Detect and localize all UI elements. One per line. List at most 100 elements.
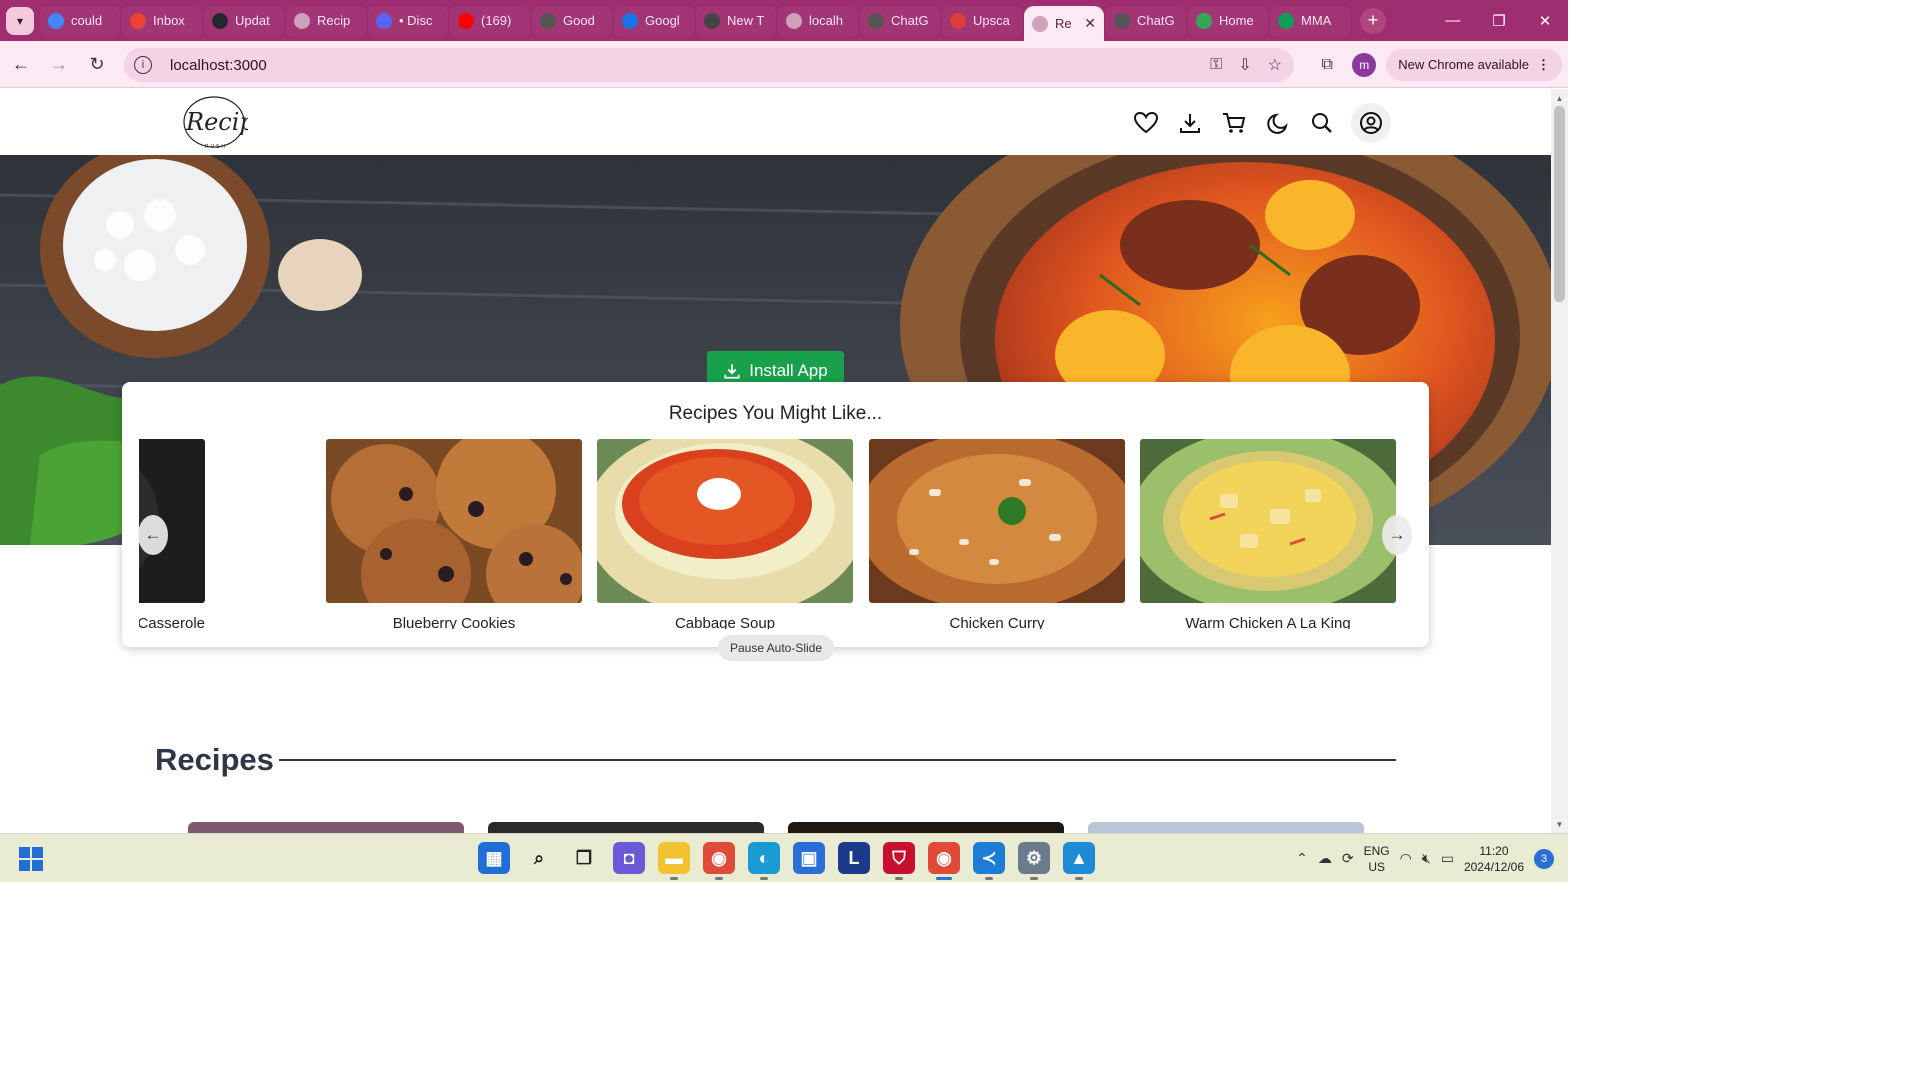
- recipe-name[interactable]: Chicken Curry: [869, 615, 1125, 629]
- windows-start-icon[interactable]: ▦: [478, 842, 510, 874]
- browser-tab[interactable]: Recip: [286, 5, 366, 36]
- extensions-puzzle-icon[interactable]: ⧉: [1312, 50, 1342, 80]
- language-indicator[interactable]: ENG US: [1364, 843, 1390, 875]
- page-scrollbar[interactable]: ▲ ▼: [1551, 89, 1568, 833]
- chevron-down-icon: ▾: [16, 13, 24, 28]
- chevron-up-icon[interactable]: ⌃: [1296, 850, 1308, 867]
- recipe-image[interactable]: [1140, 439, 1396, 603]
- tab-title: Upsca: [973, 13, 1010, 28]
- forward-button[interactable]: →: [42, 47, 76, 81]
- reload-button[interactable]: ↻: [80, 47, 114, 81]
- sync-icon[interactable]: ⟳: [1342, 850, 1354, 867]
- recipe-image[interactable]: [326, 439, 582, 603]
- close-tab-icon[interactable]: ✕: [1084, 15, 1096, 32]
- minimize-icon[interactable]: —: [1430, 0, 1476, 41]
- recipe-card[interactable]: [188, 822, 464, 833]
- tab-title: localh: [809, 13, 843, 28]
- tab-title: • Disc: [399, 13, 433, 28]
- site-info-icon[interactable]: i: [134, 56, 152, 74]
- scroll-up-icon[interactable]: ▲: [1551, 91, 1568, 105]
- carousel-prev-button[interactable]: ←: [138, 515, 168, 555]
- chrome-profile-icon[interactable]: ◉: [928, 842, 960, 880]
- mcafee-icon[interactable]: ⛉: [883, 842, 915, 880]
- browser-tab[interactable]: localh: [778, 5, 858, 36]
- recipe-slide[interactable]: Warm Chicken A La King: [1140, 439, 1396, 629]
- recipe-card[interactable]: [488, 822, 764, 833]
- update-label: New Chrome available: [1398, 57, 1529, 72]
- browser-tab[interactable]: Googl: [614, 5, 694, 36]
- battery-icon[interactable]: ▭: [1441, 850, 1454, 867]
- browser-tab[interactable]: could: [40, 5, 120, 36]
- browser-tab[interactable]: ChatG: [1106, 5, 1186, 36]
- teams-icon[interactable]: ◘: [613, 842, 645, 874]
- chrome-icon[interactable]: ◉: [703, 842, 735, 880]
- speaker-muted-icon[interactable]: 🔇︎: [1422, 850, 1431, 867]
- settings-icon[interactable]: ⚙: [1018, 842, 1050, 880]
- task-view-icon[interactable]: ❐: [568, 842, 600, 874]
- recommended-carousel: Recipes You Might Like... eeseburger Cas…: [122, 382, 1429, 661]
- recipe-slide[interactable]: Cabbage Soup: [597, 439, 853, 629]
- browser-tab[interactable]: Updat: [204, 5, 284, 36]
- browser-tab[interactable]: Upsca: [942, 5, 1022, 36]
- edge-icon[interactable]: ◐: [748, 842, 780, 880]
- install-app-icon[interactable]: ⇩: [1238, 55, 1251, 75]
- browser-tab[interactable]: Inbox: [122, 5, 202, 36]
- restore-icon[interactable]: ❐: [1476, 0, 1522, 41]
- recipe-name[interactable]: eeseburger Casserole: [139, 615, 205, 629]
- notification-badge[interactable]: 3: [1534, 848, 1554, 869]
- site-logo[interactable]: Recipe RUSH: [180, 93, 269, 151]
- pause-auto-slide-button[interactable]: Pause Auto-Slide: [718, 635, 834, 661]
- close-icon[interactable]: ✕: [1522, 0, 1568, 41]
- browser-tab[interactable]: New T: [696, 5, 776, 36]
- recipe-card[interactable]: [788, 822, 1064, 833]
- search-icon[interactable]: ⌕: [523, 842, 555, 874]
- tab-title: (169): [481, 13, 512, 28]
- globe-icon: [786, 12, 802, 29]
- language-code: ENG: [1363, 843, 1390, 858]
- photos-icon[interactable]: ▲: [1063, 842, 1095, 880]
- download-icon[interactable]: [1175, 106, 1205, 140]
- cart-icon[interactable]: [1219, 106, 1249, 140]
- recipe-card[interactable]: [1088, 822, 1364, 833]
- wifi-icon[interactable]: ◠: [1400, 850, 1412, 867]
- recipe-name[interactable]: Cabbage Soup: [597, 615, 853, 629]
- carousel-next-button[interactable]: →: [1382, 515, 1412, 555]
- back-button[interactable]: ←: [4, 47, 38, 81]
- recipe-image[interactable]: [597, 439, 853, 603]
- heart-icon[interactable]: [1131, 106, 1161, 140]
- windows-start-icon[interactable]: [18, 846, 44, 872]
- password-key-icon[interactable]: ⚿: [1210, 56, 1222, 74]
- browser-tab[interactable]: MMA: [1270, 5, 1350, 36]
- recipe-slide[interactable]: Chicken Curry: [869, 439, 1125, 629]
- recipe-image[interactable]: [869, 439, 1125, 603]
- new-tab-button[interactable]: +: [1360, 7, 1386, 34]
- scroll-down-icon[interactable]: ▼: [1551, 817, 1568, 831]
- browser-tab[interactable]: Home: [1188, 5, 1268, 36]
- store-icon[interactable]: ▣: [793, 842, 825, 874]
- browser-tab[interactable]: Re ✕: [1024, 5, 1104, 42]
- browser-tab[interactable]: (169): [450, 5, 530, 36]
- url-text[interactable]: localhost:3000: [170, 57, 267, 74]
- file-explorer-icon[interactable]: ▬: [658, 842, 690, 880]
- profile-avatar[interactable]: m: [1352, 52, 1377, 77]
- tab-title: MMA: [1301, 13, 1332, 28]
- clock[interactable]: 11:20 2024/12/06: [1464, 843, 1524, 875]
- scroll-thumb[interactable]: [1554, 106, 1565, 302]
- onedrive-icon[interactable]: ☁: [1318, 850, 1332, 867]
- vscode-icon[interactable]: ≺: [973, 842, 1005, 880]
- tab-search-button[interactable]: ▾: [6, 6, 34, 35]
- user-circle-icon[interactable]: [1351, 103, 1391, 143]
- browser-tab[interactable]: • Disc: [368, 5, 448, 36]
- recipe-name[interactable]: Warm Chicken A La King: [1140, 615, 1396, 629]
- recipe-name[interactable]: Blueberry Cookies: [326, 615, 582, 629]
- browser-tab[interactable]: ChatG: [860, 5, 940, 36]
- browser-tab[interactable]: Good: [532, 5, 612, 36]
- moon-icon[interactable]: [1263, 106, 1293, 140]
- address-bar[interactable]: i localhost:3000 ⚿ ⇩ ☆: [124, 48, 1294, 82]
- tab-title: could: [71, 13, 103, 28]
- l-app-icon[interactable]: L: [838, 842, 870, 874]
- update-chrome-button[interactable]: New Chrome available ⋮: [1386, 48, 1562, 81]
- recipe-slide[interactable]: Blueberry Cookies: [326, 439, 582, 629]
- search-icon[interactable]: [1307, 106, 1337, 140]
- bookmark-star-icon[interactable]: ☆: [1268, 55, 1282, 75]
